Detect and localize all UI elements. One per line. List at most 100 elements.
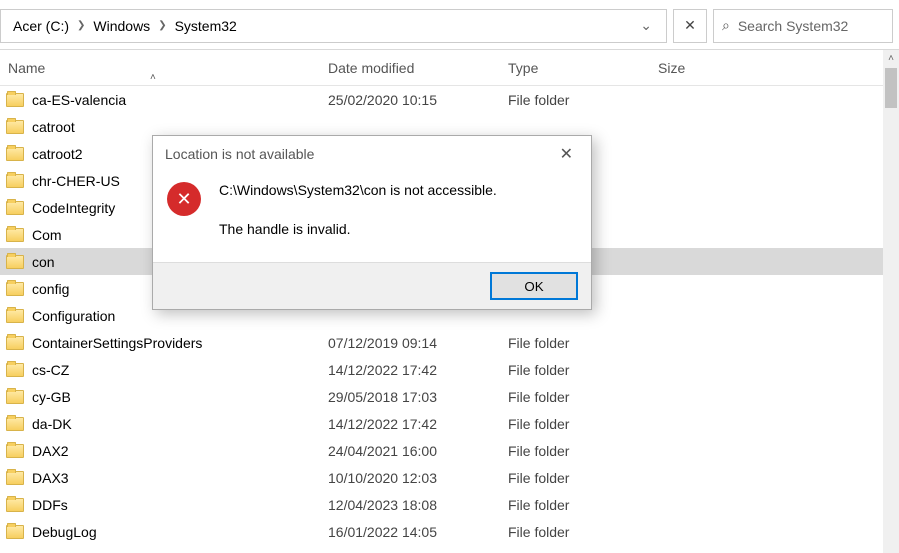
folder-icon [6, 471, 24, 485]
dialog-close-button[interactable]: ✕ [554, 144, 579, 164]
table-row[interactable]: DDFs12/04/2023 18:08File folder [0, 491, 899, 518]
file-name: DDFs [32, 497, 68, 513]
folder-icon [6, 174, 24, 188]
dialog-footer: OK [153, 262, 591, 309]
cell-date: 16/01/2022 14:05 [320, 524, 500, 540]
folder-icon [6, 228, 24, 242]
file-name: con [32, 254, 55, 270]
folder-icon [6, 147, 24, 161]
address-bar-row: Acer (C:) ❯ Windows ❯ System32 ⌄ ✕ ⌕ [0, 0, 899, 50]
file-name: Configuration [32, 308, 115, 324]
close-button[interactable]: ✕ [673, 9, 707, 43]
cell-name: da-DK [0, 416, 320, 432]
dialog-title: Location is not available [165, 146, 314, 162]
col-header-date[interactable]: Date modified [320, 60, 500, 76]
table-row[interactable]: DebugLog16/01/2022 14:05File folder [0, 518, 899, 545]
dialog-line1: C:\Windows\System32\con is not accessibl… [219, 180, 497, 201]
breadcrumb-seg-windows[interactable]: Windows [91, 18, 152, 34]
ok-button[interactable]: OK [491, 273, 577, 299]
folder-icon [6, 255, 24, 269]
cell-date: 07/12/2019 09:14 [320, 335, 500, 351]
dialog-title-bar: Location is not available ✕ [153, 136, 591, 172]
close-icon: ✕ [560, 146, 573, 163]
breadcrumb-seg-system32[interactable]: System32 [173, 18, 239, 34]
cell-date: 12/04/2023 18:08 [320, 497, 500, 513]
folder-icon [6, 93, 24, 107]
cell-type: File folder [500, 335, 650, 351]
chevron-right-icon: ❯ [77, 20, 85, 31]
dialog-message: C:\Windows\System32\con is not accessibl… [219, 180, 497, 240]
folder-icon [6, 390, 24, 404]
file-name: ca-ES-valencia [32, 92, 126, 108]
cell-name: DAX2 [0, 443, 320, 459]
folder-icon [6, 336, 24, 350]
file-name: catroot2 [32, 146, 83, 162]
cell-date: 14/12/2022 17:42 [320, 362, 500, 378]
cell-type: File folder [500, 470, 650, 486]
search-box[interactable]: ⌕ [713, 9, 893, 43]
breadcrumb-dropdown-icon[interactable]: ⌄ [636, 17, 656, 34]
breadcrumb-seg-drive[interactable]: Acer (C:) [11, 18, 71, 34]
sort-asc-icon: ˄ [150, 72, 156, 83]
file-name: catroot [32, 119, 75, 135]
file-name: Com [32, 227, 62, 243]
file-name: da-DK [32, 416, 72, 432]
chevron-right-icon: ❯ [158, 20, 166, 31]
dialog-body: ✕ C:\Windows\System32\con is not accessi… [153, 172, 591, 262]
file-name: cy-GB [32, 389, 71, 405]
table-row[interactable]: ca-ES-valencia 25/02/2020 10:15File folde… [0, 86, 899, 113]
file-name: CodeIntegrity [32, 200, 115, 216]
cell-date: 10/10/2020 12:03 [320, 470, 500, 486]
cell-date: 14/12/2022 17:42 [320, 416, 500, 432]
cell-type: File folder [500, 92, 650, 108]
folder-icon [6, 309, 24, 323]
cell-name: cs-CZ [0, 362, 320, 378]
file-name: DAX2 [32, 443, 69, 459]
folder-icon [6, 282, 24, 296]
folder-icon [6, 201, 24, 215]
table-row[interactable]: DAX3 10/10/2020 12:03File folder [0, 464, 899, 491]
table-row[interactable]: da-DK 14/12/2022 17:42File folder [0, 410, 899, 437]
cell-type: File folder [500, 389, 650, 405]
cell-type: File folder [500, 524, 650, 540]
cell-date: 24/04/2021 16:00 [320, 443, 500, 459]
cell-name: cy-GB [0, 389, 320, 405]
cell-date: 25/02/2020 10:15 [320, 92, 500, 108]
cell-name: catroot [0, 119, 320, 135]
table-row[interactable]: ContainerSettingsProviders 07/12/2019 09:… [0, 329, 899, 356]
cell-type: File folder [500, 416, 650, 432]
breadcrumb[interactable]: Acer (C:) ❯ Windows ❯ System32 ⌄ [0, 9, 667, 43]
col-header-size[interactable]: Size [650, 60, 800, 76]
cell-name: DAX3 [0, 470, 320, 486]
error-dialog: Location is not available ✕ ✕ C:\Windows… [152, 135, 592, 310]
scroll-up-icon[interactable]: ˄ [883, 50, 899, 66]
cell-name: ca-ES-valencia [0, 92, 320, 108]
dialog-line2: The handle is invalid. [219, 219, 497, 240]
file-name: cs-CZ [32, 362, 69, 378]
col-header-name[interactable]: Name ˄ [0, 60, 320, 76]
col-header-name-label: Name [8, 60, 45, 76]
scroll-thumb[interactable] [885, 68, 897, 108]
column-headers: Name ˄ Date modified Type Size [0, 50, 899, 86]
cell-type: File folder [500, 443, 650, 459]
vertical-scrollbar[interactable]: ˄ [883, 50, 899, 553]
cell-name: DDFs [0, 497, 320, 513]
table-row[interactable]: cs-CZ 14/12/2022 17:42File folder [0, 356, 899, 383]
cell-name: ContainerSettingsProviders [0, 335, 320, 351]
cell-name: DebugLog [0, 524, 320, 540]
cell-type: File folder [500, 362, 650, 378]
search-input[interactable] [738, 18, 899, 34]
search-icon: ⌕ [722, 17, 730, 34]
file-name: ContainerSettingsProviders [32, 335, 202, 351]
table-row[interactable]: cy-GB29/05/2018 17:03File folder [0, 383, 899, 410]
file-name: DAX3 [32, 470, 69, 486]
folder-icon [6, 120, 24, 134]
error-icon: ✕ [167, 182, 201, 216]
table-row[interactable]: DAX2 24/04/2021 16:00File folder [0, 437, 899, 464]
folder-icon [6, 525, 24, 539]
col-header-type[interactable]: Type [500, 60, 650, 76]
close-icon: ✕ [684, 17, 696, 34]
folder-icon [6, 444, 24, 458]
file-name: config [32, 281, 69, 297]
folder-icon [6, 417, 24, 431]
